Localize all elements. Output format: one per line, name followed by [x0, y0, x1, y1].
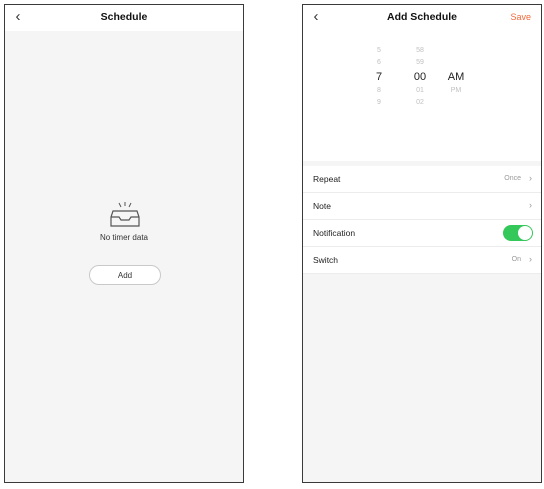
chevron-right-icon: › [529, 200, 532, 210]
toggle-knob [518, 226, 532, 240]
save-button[interactable]: Save [510, 12, 531, 22]
settings-row-switch[interactable]: Switch On › [303, 247, 541, 274]
hour-option[interactable]: 5 [362, 45, 396, 57]
settings-row-notification[interactable]: Notification [303, 220, 541, 247]
hour-option[interactable]: 8 [362, 85, 396, 97]
minute-option[interactable]: 59 [403, 57, 437, 69]
settings-row-label: Note [313, 201, 331, 211]
minute-option[interactable]: 58 [403, 45, 437, 57]
settings-row-value: On [511, 256, 521, 263]
hour-option[interactable]: 9 [362, 97, 396, 109]
time-picker: 56789 58 59 00 01 02 AM PM [303, 31, 541, 161]
minute-option[interactable]: 02 [403, 97, 437, 109]
chevron-right-icon: › [529, 254, 532, 264]
settings-row-label: Repeat [313, 174, 341, 184]
schedule-screen: ‹ Schedule No timer data Add [4, 4, 244, 483]
ampm-wheel[interactable]: AM PM [439, 45, 473, 109]
notification-toggle[interactable] [503, 225, 533, 241]
settings-row-label: Notification [313, 228, 356, 238]
settings-row-note[interactable]: Note › [303, 193, 541, 220]
ampm-option[interactable]: PM [439, 85, 473, 97]
page-title: Add Schedule [386, 11, 457, 23]
empty-inbox-icon [110, 202, 140, 227]
add-schedule-screen: ‹ Add Schedule Save 56789 58 59 00 01 02 AM P… [302, 4, 542, 483]
add-button[interactable]: Add [89, 265, 161, 285]
ampm-option[interactable] [439, 45, 473, 57]
ampm-option[interactable] [439, 97, 473, 109]
chevron-right-icon: › [529, 173, 532, 183]
settings-row-value: Once [504, 175, 521, 182]
settings-list: Repeat Once › Note › Notification Switch On › [303, 166, 541, 274]
schedule-header: ‹ Schedule [5, 5, 243, 31]
minute-option[interactable]: 00 [403, 69, 437, 85]
hour-wheel[interactable]: 56789 [362, 45, 396, 109]
settings-row-repeat[interactable]: Repeat Once › [303, 166, 541, 193]
hour-option[interactable]: 7 [362, 69, 396, 85]
empty-state-text: No timer data [99, 233, 149, 242]
ampm-option[interactable]: AM [439, 69, 473, 85]
hour-option[interactable]: 6 [362, 57, 396, 69]
settings-row-label: Switch [313, 255, 339, 265]
ampm-option[interactable] [439, 57, 473, 69]
minute-wheel[interactable]: 58 59 00 01 02 [403, 45, 437, 109]
add-schedule-header: ‹ Add Schedule Save [303, 5, 541, 31]
minute-option[interactable]: 01 [403, 85, 437, 97]
page-title: Schedule [100, 11, 148, 23]
